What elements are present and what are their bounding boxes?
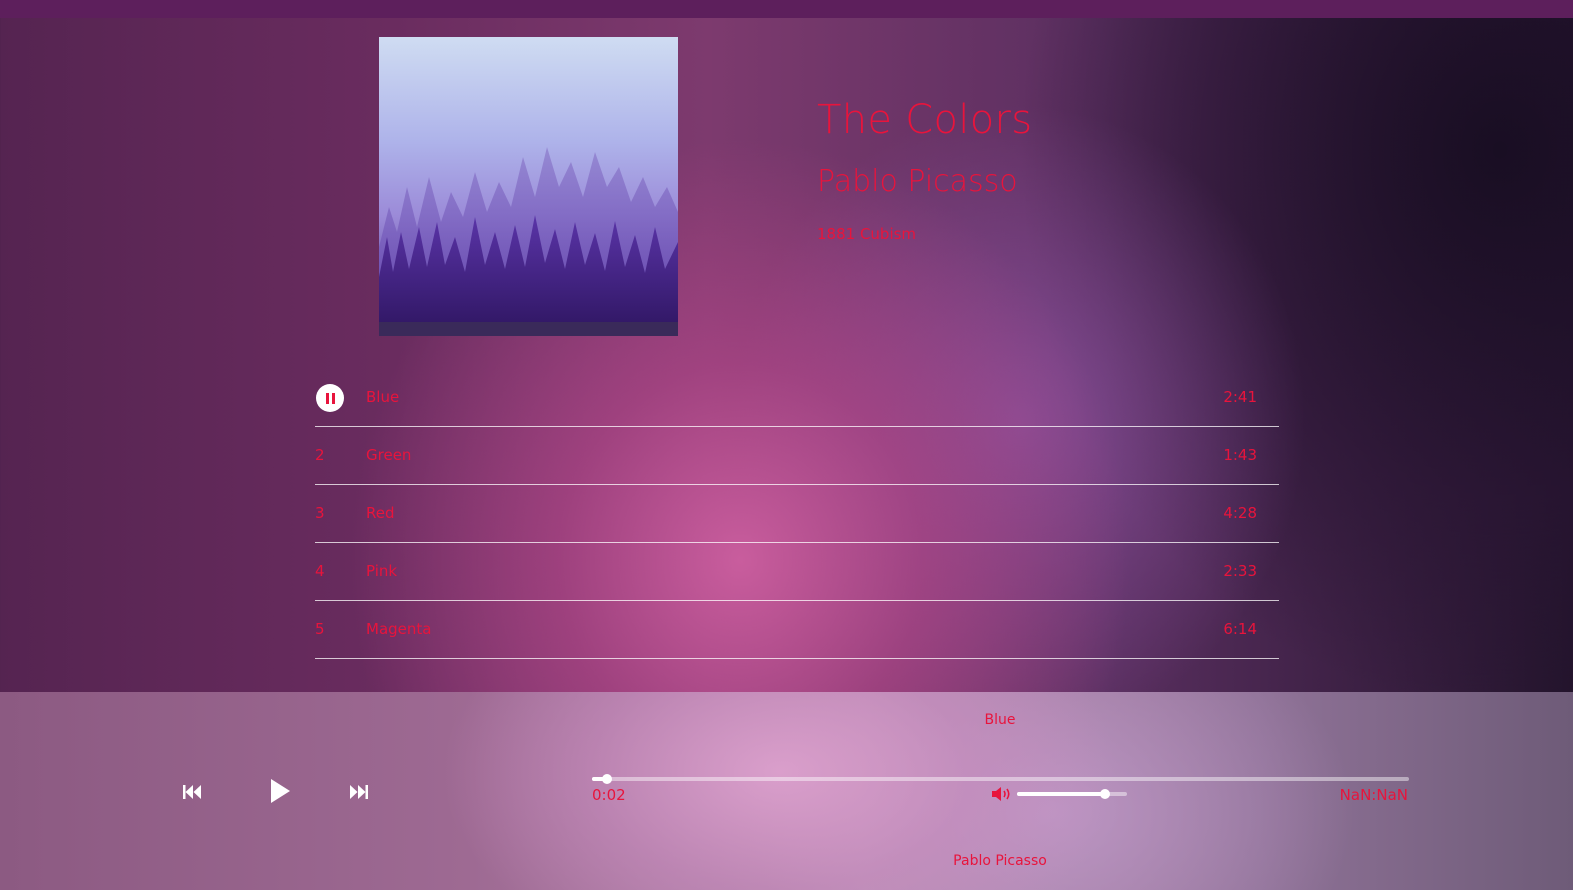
track-title: Green [366,446,412,464]
volume-handle[interactable] [1100,789,1110,799]
volume-fill [1017,792,1105,796]
track-row[interactable]: 2 Green 1:43 [315,427,1279,485]
album-title: The Colors [817,97,1033,143]
volume-button[interactable] [991,786,1013,806]
now-playing-artist: Pablo Picasso [953,853,1047,869]
volume-slider[interactable] [1017,789,1127,799]
track-title: Red [366,504,395,522]
total-time: NaN:NaN [1339,786,1408,804]
album-info: The Colors Pablo Picasso 1881 Cubism [817,96,1032,243]
track-duration: 2:33 [1223,562,1257,580]
track-title: Pink [366,562,398,580]
pause-button[interactable] [316,384,344,412]
pause-icon [325,392,329,404]
player-bar: Blue 0:02 NaN:NaN Pablo Picasso [0,692,1573,890]
track-number: 2 [315,446,325,464]
track-duration: 1:43 [1223,446,1257,464]
previous-button[interactable] [181,781,203,803]
album-cover [379,37,678,336]
track-number: 4 [315,562,325,580]
play-icon [271,779,290,803]
track-duration: 4:28 [1223,504,1257,522]
track-title: Magenta [366,620,432,638]
now-playing-title: Blue [984,712,1016,728]
track-number: 5 [315,620,325,638]
volume-icon [992,787,1010,801]
progress-slider[interactable] [592,774,1409,784]
track-row[interactable]: Blue 2:41 [315,369,1279,427]
current-time: 0:02 [592,786,626,804]
track-list: Blue 2:41 2 Green 1:43 3 Red 4:28 4 Pink… [315,369,1279,659]
track-number: 3 [315,504,325,522]
skip-previous-icon [183,785,201,799]
track-row[interactable]: 5 Magenta 6:14 [315,601,1279,659]
next-button[interactable] [348,781,370,803]
track-duration: 6:14 [1223,620,1257,638]
album-artist: Pablo Picasso [817,164,1018,199]
track-row[interactable]: 4 Pink 2:33 [315,543,1279,601]
track-duration: 2:41 [1223,388,1257,406]
track-row[interactable]: 3 Red 4:28 [315,485,1279,543]
track-title: Blue [366,388,400,406]
progress-handle[interactable] [601,774,612,784]
play-button[interactable] [265,776,295,806]
skip-next-icon [350,785,368,799]
top-bar [0,0,1573,18]
album-meta: 1881 Cubism [817,225,917,243]
